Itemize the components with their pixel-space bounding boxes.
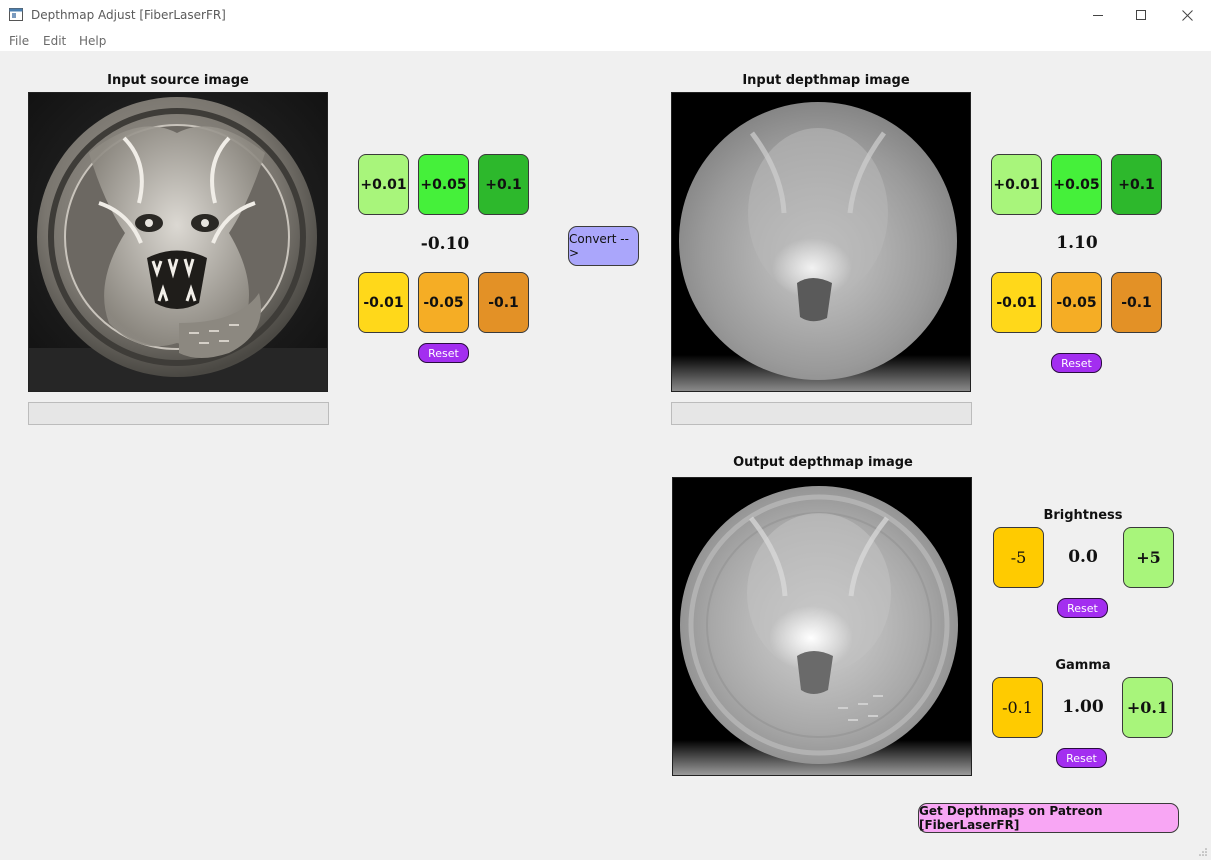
- minimize-button[interactable]: [1075, 0, 1121, 31]
- menu-help[interactable]: Help: [79, 34, 106, 48]
- depth-plus-005-button[interactable]: +0.05: [1051, 154, 1102, 215]
- output-depthmap-image: [672, 477, 972, 776]
- brightness-minus-button[interactable]: -5: [993, 527, 1044, 588]
- output-depthmap-picture: [673, 478, 971, 775]
- menu-edit[interactable]: Edit: [43, 34, 66, 48]
- depth-value: 1.10: [1056, 233, 1098, 253]
- source-minus-001-button[interactable]: -0.01: [358, 272, 409, 333]
- brightness-reset-button[interactable]: Reset: [1057, 598, 1108, 618]
- close-button[interactable]: [1164, 0, 1210, 31]
- source-reset-button[interactable]: Reset: [418, 343, 469, 363]
- brightness-value: 0.0: [1068, 547, 1098, 567]
- source-minus-005-button[interactable]: -0.05: [418, 272, 469, 333]
- close-icon: [1181, 10, 1193, 21]
- menu-bar: File Edit Help: [0, 31, 1211, 51]
- brightness-plus-button[interactable]: +5: [1123, 527, 1174, 588]
- menu-file[interactable]: File: [9, 34, 29, 48]
- dragon-medallion-image: [29, 93, 327, 391]
- input-source-title: Input source image: [107, 73, 249, 88]
- source-minus-01-button[interactable]: -0.1: [478, 272, 529, 333]
- output-depthmap-title: Output depthmap image: [733, 455, 913, 470]
- title-bar: Depthmap Adjust [FiberLaserFR]: [0, 0, 1211, 31]
- input-source-progress-bar: [28, 402, 329, 425]
- input-depthmap-image: [671, 92, 971, 392]
- window-title: Depthmap Adjust [FiberLaserFR]: [31, 8, 226, 22]
- gamma-value: 1.00: [1062, 697, 1104, 717]
- input-depthmap-progress-bar: [671, 402, 972, 425]
- convert-button[interactable]: Convert -->: [568, 226, 639, 266]
- brightness-label: Brightness: [1043, 508, 1123, 523]
- source-value: -0.10: [420, 234, 470, 254]
- source-plus-001-button[interactable]: +0.01: [358, 154, 409, 215]
- source-plus-01-button[interactable]: +0.1: [478, 154, 529, 215]
- depth-minus-01-button[interactable]: -0.1: [1111, 272, 1162, 333]
- gamma-minus-button[interactable]: -0.1: [992, 677, 1043, 738]
- gamma-reset-button[interactable]: Reset: [1056, 748, 1107, 768]
- input-depthmap-picture: [672, 93, 970, 391]
- gamma-label: Gamma: [1055, 658, 1111, 673]
- depth-minus-001-button[interactable]: -0.01: [991, 272, 1042, 333]
- source-plus-005-button[interactable]: +0.05: [418, 154, 469, 215]
- input-depthmap-title: Input depthmap image: [742, 73, 910, 88]
- input-source-image: [28, 92, 328, 392]
- app-window: Depthmap Adjust [FiberLaserFR] File Edit…: [0, 0, 1211, 860]
- app-icon: [9, 8, 23, 21]
- minimize-icon: [1092, 15, 1103, 16]
- depth-plus-001-button[interactable]: +0.01: [991, 154, 1042, 215]
- maximize-button[interactable]: [1118, 0, 1164, 31]
- depth-plus-01-button[interactable]: +0.1: [1111, 154, 1162, 215]
- patreon-button[interactable]: Get Depthmaps on Patreon [FiberLaserFR]: [918, 803, 1179, 833]
- depth-reset-button[interactable]: Reset: [1051, 353, 1102, 373]
- depth-minus-005-button[interactable]: -0.05: [1051, 272, 1102, 333]
- resize-grip-icon[interactable]: [1198, 847, 1208, 857]
- gamma-plus-button[interactable]: +0.1: [1122, 677, 1173, 738]
- maximize-icon: [1135, 10, 1146, 20]
